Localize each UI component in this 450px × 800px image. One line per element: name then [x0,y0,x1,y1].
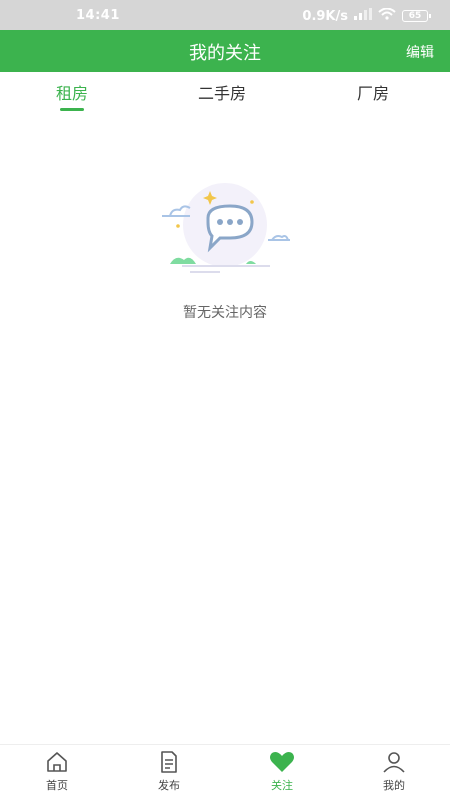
network-speed: 0.9K/s [302,8,348,24]
document-icon [161,751,177,773]
tab-second-hand[interactable]: 二手房 [198,80,246,104]
bottom-nav: 首页 发布 关注 我的 [0,744,450,800]
battery-icon: 65 [402,10,431,22]
wifi-icon [378,7,396,24]
tab-rent[interactable]: 租房 [56,80,89,111]
tab-rent-label: 租房 [56,84,89,103]
tab-active-indicator [60,108,84,111]
tab-factory-label: 厂房 [357,84,390,103]
user-icon [383,752,405,773]
nav-follow-label: 关注 [271,779,293,792]
nav-home-label: 首页 [46,779,68,792]
heart-icon [270,752,294,772]
home-icon [47,752,67,772]
tab-bar: 租房 二手房 厂房 [0,72,450,112]
page-title: 我的关注 [189,43,261,64]
app-header: 我的关注 编辑 [0,30,450,72]
signal-icon [354,8,372,24]
empty-chat-illustration [162,183,290,273]
edit-button[interactable]: 编辑 [406,42,434,62]
status-bar: 14:41 0.9K/s 65 [0,0,450,30]
nav-publish-label: 发布 [158,779,180,792]
empty-state: 暂无关注内容 [0,180,450,322]
status-time: 14:41 [76,8,120,23]
empty-message: 暂无关注内容 [183,305,267,321]
nav-mine-label: 我的 [383,779,405,792]
status-right: 0.9K/s 65 [302,7,431,24]
nav-mine[interactable]: 我的 [364,751,424,793]
nav-follow[interactable]: 关注 [252,751,312,793]
nav-publish[interactable]: 发布 [139,751,199,793]
nav-home[interactable]: 首页 [27,751,87,793]
tab-second-hand-label: 二手房 [198,84,247,103]
tab-factory[interactable]: 厂房 [357,80,389,104]
